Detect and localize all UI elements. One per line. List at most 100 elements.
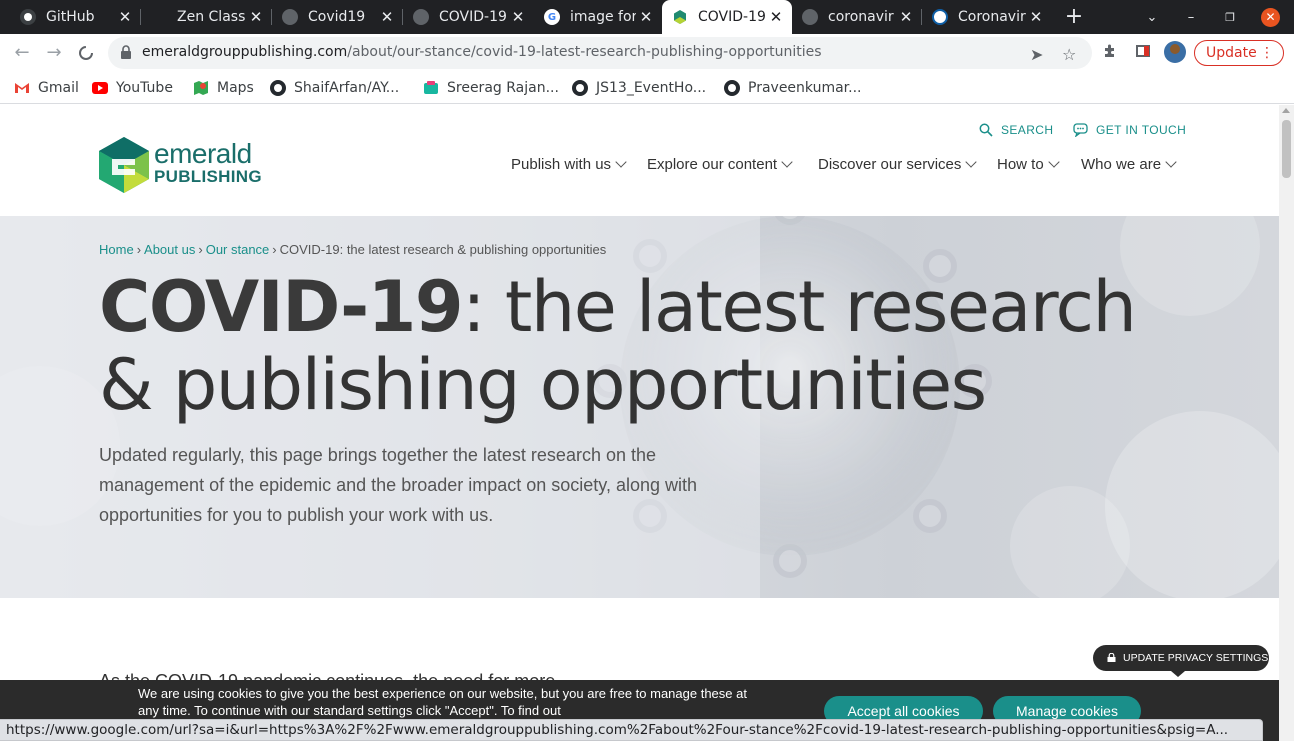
url-text: emeraldgrouppublishing.com/about/our-sta… <box>142 44 822 60</box>
title-line-2: & publishing opportunities <box>99 344 987 426</box>
nav-who-we-are[interactable]: Who we are <box>1081 156 1177 173</box>
github-icon <box>270 80 286 96</box>
chevron-down-icon <box>781 156 793 168</box>
profile-avatar[interactable] <box>1164 41 1186 63</box>
chevron-down-icon <box>1048 156 1060 168</box>
app-icon <box>423 80 439 96</box>
emerald-logo[interactable]: emerald PUBLISHING <box>99 135 269 195</box>
bookmark-maps[interactable]: Maps <box>193 78 254 98</box>
back-icon[interactable]: ← <box>8 40 36 66</box>
breadcrumb-separator: › <box>136 242 142 257</box>
bookmark-youtube[interactable]: YouTube <box>92 78 173 98</box>
globe-icon <box>802 9 818 25</box>
breadcrumb-our-stance[interactable]: Our stance <box>206 242 270 257</box>
tab-coronavir-who[interactable]: Coronavir ✕ <box>922 0 1052 34</box>
tab-github[interactable]: GitHub ✕ <box>10 0 141 34</box>
bookmark-label: Praveenkumar... <box>748 80 862 96</box>
tab-title: COVID-19 <box>698 9 766 25</box>
nav-explore-our-content[interactable]: Explore our content <box>647 156 793 173</box>
scrollbar-thumb[interactable] <box>1282 120 1291 178</box>
stop-loading-icon[interactable] <box>72 40 100 66</box>
tab-title: GitHub <box>46 9 95 25</box>
tab-strip: GitHub ✕ Zen Class ✕ Covid19 ✕ COVID-19 … <box>0 0 1294 34</box>
tab-title: image for <box>570 9 636 25</box>
search-icon <box>979 123 993 137</box>
close-tab-icon[interactable]: ✕ <box>115 8 135 26</box>
close-tab-icon[interactable]: ✕ <box>766 8 786 26</box>
close-tab-icon[interactable]: ✕ <box>636 8 656 26</box>
nav-label: Explore our content <box>647 156 778 173</box>
nav-publish-with-us[interactable]: Publish with us <box>511 156 627 173</box>
close-tab-icon[interactable]: ✕ <box>1026 8 1046 26</box>
tab-title: coronavir <box>828 9 894 25</box>
chevron-down-icon <box>615 156 627 168</box>
close-window-icon[interactable]: ✕ <box>1261 8 1280 27</box>
minimize-icon[interactable]: – <box>1174 0 1208 34</box>
bookmark-shaifarfan[interactable]: ShaifArfan/AY... <box>270 78 399 98</box>
search-link[interactable]: SEARCH <box>979 123 1053 137</box>
github-icon <box>724 80 740 96</box>
link-status-bar: https://www.google.com/url?sa=i&url=http… <box>0 719 1263 741</box>
site-header: emerald PUBLISHING SEARCH GET IN TOUCH P… <box>0 105 1279 216</box>
cookie-message: We are using cookies to give you the bes… <box>138 686 747 718</box>
page-scrollbar[interactable] <box>1279 105 1294 741</box>
get-in-touch-link[interactable]: GET IN TOUCH <box>1073 123 1186 137</box>
gmail-icon <box>14 80 30 96</box>
get-in-touch-label: GET IN TOUCH <box>1096 123 1187 137</box>
close-tab-icon[interactable]: ✕ <box>377 8 397 26</box>
tab-zen-class[interactable]: Zen Class ✕ <box>141 0 272 34</box>
emerald-logo-mark <box>99 137 149 193</box>
bookmark-label: JS13_EventHo... <box>596 80 707 96</box>
bookmark-label: Sreerag Rajan... <box>447 80 559 96</box>
new-tab-button[interactable]: + <box>1062 3 1086 31</box>
close-tab-icon[interactable]: ✕ <box>896 8 916 26</box>
bookmark-label: Gmail <box>38 80 79 96</box>
address-bar[interactable]: emeraldgrouppublishing.com/about/our-sta… <box>108 37 1092 69</box>
github-icon <box>572 80 588 96</box>
tab-coronavir[interactable]: coronavir ✕ <box>792 0 922 34</box>
bookmark-gmail[interactable]: Gmail <box>14 78 79 98</box>
reading-list-icon[interactable] <box>1133 43 1153 63</box>
bookmark-label: Maps <box>217 80 254 96</box>
extensions-icon[interactable] <box>1100 43 1120 63</box>
update-button[interactable]: Update ⋮ <box>1194 40 1284 66</box>
send-tab-icon[interactable]: ➤ <box>1030 45 1043 64</box>
breadcrumb-current: COVID-19: the latest research & publishi… <box>279 242 607 257</box>
logo-wordmark-top: emerald <box>154 138 252 169</box>
logo-wordmark-bottom: PUBLISHING <box>154 167 262 186</box>
restore-icon[interactable]: ❐ <box>1213 0 1247 34</box>
scroll-up-arrow-icon[interactable] <box>1282 108 1290 113</box>
tab-covid-19[interactable]: COVID-19 ✕ <box>403 0 534 34</box>
tab-covid19[interactable]: Covid19 ✕ <box>272 0 403 34</box>
nav-how-to[interactable]: How to <box>997 156 1060 173</box>
lock-icon <box>1107 653 1116 662</box>
nav-label: How to <box>997 156 1044 173</box>
breadcrumb-separator: › <box>198 242 203 257</box>
search-label: SEARCH <box>1001 123 1054 137</box>
bookmark-star-icon[interactable]: ☆ <box>1062 45 1076 64</box>
tab-title: Zen Class <box>177 9 246 25</box>
blank-icon <box>151 9 167 25</box>
tab-search-icon[interactable]: ⌄ <box>1135 0 1169 34</box>
bookmark-sreerag[interactable]: Sreerag Rajan... <box>423 78 559 98</box>
tab-image-for[interactable]: G image for ✕ <box>534 0 662 34</box>
hero-banner: Home › About us › Our stance › COVID-19: the l… <box>0 216 1279 598</box>
chevron-down-icon <box>1165 156 1177 168</box>
tab-title: COVID-19 <box>439 9 507 25</box>
nav-discover-our-services[interactable]: Discover our services <box>818 156 978 173</box>
breadcrumb-home[interactable]: Home <box>99 242 134 257</box>
bookmark-label: ShaifArfan/AY... <box>294 80 400 96</box>
forward-icon[interactable]: → <box>40 40 68 66</box>
title-highlight: COVID-19 <box>99 266 464 348</box>
breadcrumb: Home › About us › Our stance › COVID-19: the l… <box>99 242 606 257</box>
tab-title: Coronavir <box>958 9 1026 25</box>
bookmark-praveenkumar[interactable]: Praveenkumar... <box>724 78 862 98</box>
bookmark-label: YouTube <box>116 80 173 96</box>
bookmark-js13[interactable]: JS13_EventHo... <box>572 78 706 98</box>
update-privacy-settings-button[interactable]: UPDATE PRIVACY SETTINGS <box>1093 645 1269 677</box>
close-tab-icon[interactable]: ✕ <box>508 8 528 26</box>
breadcrumb-about-us[interactable]: About us <box>144 242 195 257</box>
close-tab-icon[interactable]: ✕ <box>246 8 266 26</box>
menu-dots-icon[interactable]: ⋮ <box>1260 41 1274 65</box>
tab-covid-19-active[interactable]: COVID-19 ✕ <box>662 0 792 34</box>
